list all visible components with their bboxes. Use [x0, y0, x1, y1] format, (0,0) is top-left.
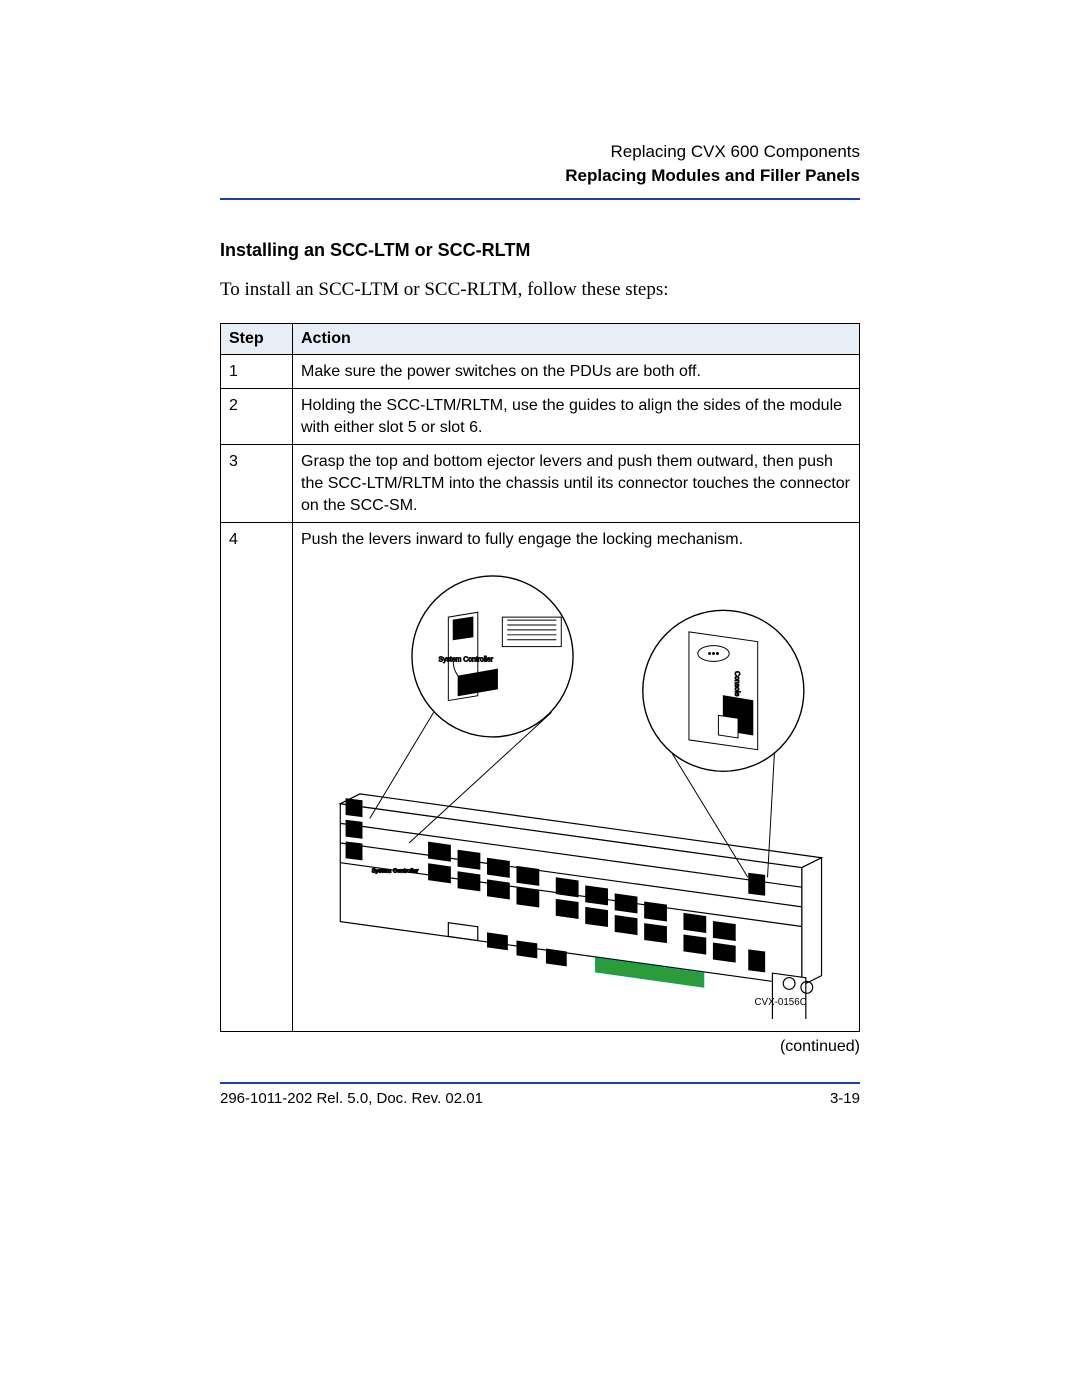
figure-code: CVX-0156C — [754, 997, 806, 1008]
intro-text: To install an SCC-LTM or SCC-RLTM, follo… — [220, 279, 860, 301]
page-header: Replacing CVX 600 Components Replacing M… — [220, 140, 860, 188]
svg-text:System Controller: System Controller — [439, 656, 494, 663]
section-title-header: Replacing Modules and Filler Panels — [220, 164, 860, 188]
table-row: 1 Make sure the power switches on the PD… — [221, 354, 860, 389]
step-action: Push the levers inward to fully engage t… — [301, 529, 851, 551]
svg-text:Console: Console — [733, 671, 740, 696]
step-action: Holding the SCC-LTM/RLTM, use the guides… — [293, 389, 860, 445]
step-action: Make sure the power switches on the PDUs… — [293, 354, 860, 389]
footer-rule — [220, 1082, 860, 1084]
svg-text:System Controller: System Controller — [372, 868, 419, 874]
table-row: 4 Push the levers inward to fully engage… — [221, 523, 860, 1032]
chapter-title: Replacing CVX 600 Components — [220, 140, 860, 164]
steps-table: Step Action 1 Make sure the power switch… — [220, 323, 860, 1033]
col-action: Action — [293, 323, 860, 354]
col-step: Step — [221, 323, 293, 354]
page-footer: 296-1011-202 Rel. 5.0, Doc. Rev. 02.01 3… — [220, 1090, 860, 1107]
header-rule — [220, 198, 860, 200]
step-num: 2 — [221, 389, 293, 445]
step-num: 1 — [221, 354, 293, 389]
page-number: 3-19 — [830, 1090, 860, 1107]
step-num: 4 — [221, 523, 293, 1032]
step-action: Grasp the top and bottom ejector levers … — [293, 445, 860, 523]
table-row: 2 Holding the SCC-LTM/RLTM, use the guid… — [221, 389, 860, 445]
section-heading: Installing an SCC-LTM or SCC-RLTM — [220, 240, 860, 261]
chassis-illustration: System Controller — [301, 559, 851, 1019]
table-row: 3 Grasp the top and bottom ejector lever… — [221, 445, 860, 523]
doc-id: 296-1011-202 Rel. 5.0, Doc. Rev. 02.01 — [220, 1090, 483, 1107]
step-num: 3 — [221, 445, 293, 523]
